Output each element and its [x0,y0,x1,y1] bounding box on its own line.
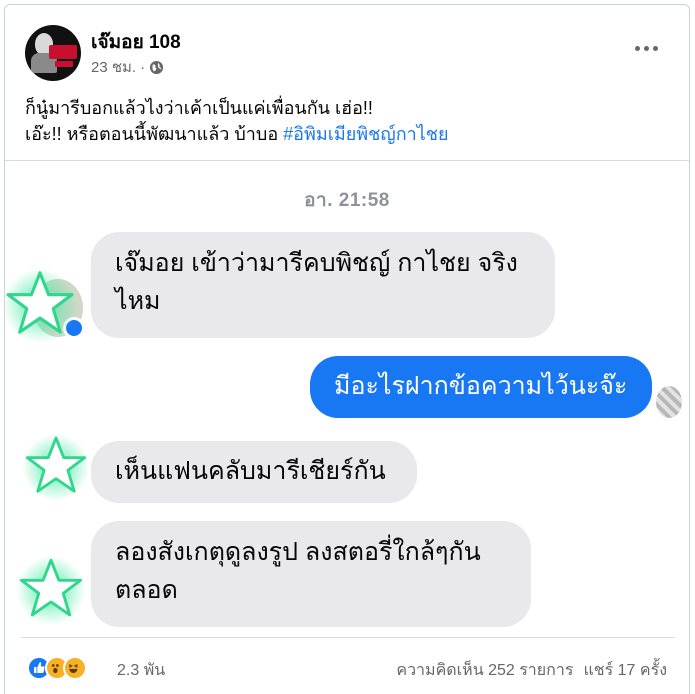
post-footer: 2.3 พัน ความคิดเห็น 252 รายการ แชร์ 17 ค… [5,638,689,694]
reaction-icons[interactable] [27,656,87,680]
facebook-post-card: เจ๊มอย 108 23 ชม. · ก็นู๋มารีบอกแล้วไงว่… [4,4,690,694]
post-header: เจ๊มอย 108 23 ชม. · [5,5,689,93]
caption-line-2-text: เอ๊ะ!! หรือตอนนี้พัฒนาแล้ว บ้าบอ [25,124,279,144]
post-time[interactable]: 23 ชม. [91,55,136,79]
meta-separator: · [140,58,146,76]
incoming-message-bubble: ลองสังเกตุดูลงรูป ลงสตอรี่ใกล้ๆกัน ตลอด [91,521,531,627]
post-meta: 23 ชม. · [91,55,164,79]
more-options-button[interactable] [631,37,661,59]
seen-avatar [656,386,682,418]
haha-icon [63,656,87,680]
reaction-count[interactable]: 2.3 พัน [117,658,165,683]
hashtag-link[interactable]: #อิพิมเมียพิชญ์กาไชย [283,124,448,144]
more-dot [634,45,640,51]
more-dot [643,45,649,51]
share-count[interactable]: แชร์ 17 ครั้ง [583,658,667,683]
page-avatar[interactable] [25,25,81,81]
avatar-logo-tag-small [55,61,73,67]
page-name[interactable]: เจ๊มอย 108 [91,27,181,57]
chat-screenshot-image[interactable]: อา. 21:58 เจ๊มอย เข้าว่ามารีคบพิชญ์ กาไช… [5,161,689,637]
star-sticker-icon [16,555,86,625]
incoming-message-bubble: เห็นแฟนคลับมารีเชียร์กัน [91,441,417,503]
caption-line-1: ก็นู๋มารีบอกแล้วไงว่าเค้าเป็นแค่เพื่อนกั… [25,98,373,118]
star-sticker-icon [22,433,90,501]
caption-line-2: เอ๊ะ!! หรือตอนนี้พัฒนาแล้ว บ้าบอ #อิพิมเ… [25,121,675,147]
more-dot [652,45,658,51]
incoming-message-bubble: เจ๊มอย เข้าว่ามารีคบพิชญ์ กาไชย จริง ไหม [91,232,555,338]
engagement-counts: ความคิดเห็น 252 รายการ แชร์ 17 ครั้ง [396,658,667,683]
star-sticker-icon [5,268,78,343]
globe-icon[interactable] [149,60,164,75]
chat-timestamp: อา. 21:58 [304,190,390,211]
outgoing-message-bubble: มีอะไรฝากข้อความไว้นะจ๊ะ [310,356,652,418]
comment-count[interactable]: ความคิดเห็น 252 รายการ [396,658,573,683]
post-caption: ก็นู๋มารีบอกแล้วไงว่าเค้าเป็นแค่เพื่อนกั… [25,95,675,147]
avatar-logo-tag [49,45,77,59]
